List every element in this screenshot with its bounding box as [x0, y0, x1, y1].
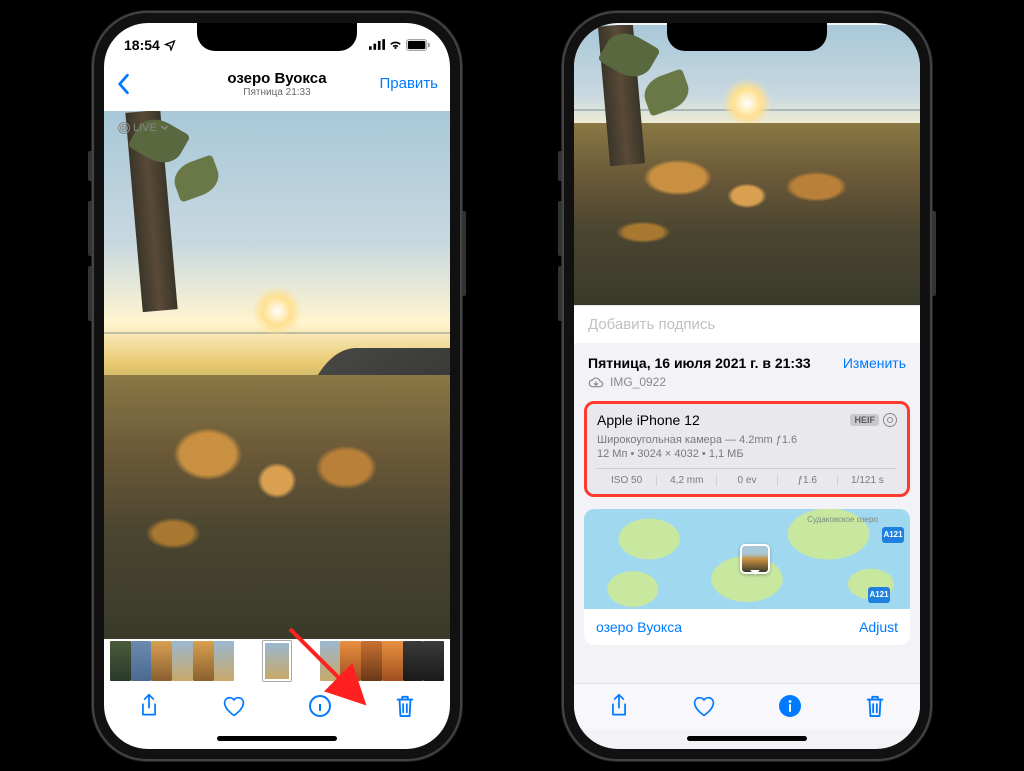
delete-button[interactable] [393, 694, 417, 718]
thumbnail[interactable] [361, 641, 382, 681]
info-panel[interactable]: Добавить подпись Пятница, 16 июля 2021 г… [574, 305, 920, 683]
thumbnail[interactable] [214, 641, 235, 681]
home-indicator[interactable] [574, 729, 920, 749]
live-photo-icon [883, 413, 897, 427]
resolution-info: 12 Мп • 3024 × 4032 • 1,1 МБ [597, 448, 897, 460]
edit-button[interactable]: Править [368, 75, 438, 92]
exif-iso: ISO 50 [597, 475, 657, 486]
map-pin [740, 544, 770, 574]
photo-view[interactable]: LIVE [104, 111, 450, 639]
location-icon [164, 39, 176, 51]
road-shield: A121 [882, 527, 904, 543]
nav-bar: озеро Вуокса Пятница 21:33 Править [104, 59, 450, 109]
thumbnail[interactable] [403, 641, 424, 681]
chevron-down-icon [160, 123, 169, 132]
exif-aperture: ƒ1.6 [778, 475, 838, 486]
exif-panel: Apple iPhone 12 HEIF Широкоугольная каме… [584, 401, 910, 497]
nav-title: озеро Вуокса [186, 70, 368, 87]
live-badge[interactable]: LIVE [112, 119, 175, 137]
thumbnail-strip[interactable] [104, 639, 450, 683]
share-button[interactable] [137, 694, 161, 718]
live-icon [118, 122, 130, 134]
thumbnail-active[interactable] [263, 641, 292, 681]
share-button[interactable] [607, 694, 631, 718]
info-button-active[interactable] [778, 694, 802, 718]
map-poi-label: Судаковское озеро [807, 515, 878, 524]
lens-info: Широкоугольная камера — 4.2mm ƒ1.6 [597, 434, 897, 446]
cloud-icon [588, 376, 604, 388]
thumbnail[interactable] [151, 641, 172, 681]
photo-date: Пятница, 16 июля 2021 г. в 21:33 [588, 355, 811, 371]
thumbnail[interactable] [423, 641, 444, 681]
thumbnail[interactable] [172, 641, 193, 681]
phone-right: Добавить подпись Пятница, 16 июля 2021 г… [562, 11, 932, 761]
wifi-icon [388, 39, 403, 50]
status-time: 18:54 [124, 37, 160, 53]
thumbnail[interactable] [340, 641, 361, 681]
bottom-toolbar [104, 683, 450, 729]
map-panel[interactable]: Судаковское озеро A121 A121 озеро Вуокса… [584, 509, 910, 645]
caption-field[interactable]: Добавить подпись [574, 305, 920, 343]
location-name[interactable]: озеро Вуокса [596, 619, 682, 635]
format-badge: HEIF [850, 414, 879, 426]
home-indicator[interactable] [104, 729, 450, 749]
notch [667, 23, 827, 51]
adjust-location-button[interactable]: Adjust [859, 619, 898, 635]
exif-shutter: 1/121 s [838, 475, 897, 486]
thumbnail[interactable] [320, 641, 341, 681]
delete-button[interactable] [863, 694, 887, 718]
thumbnail[interactable] [382, 641, 403, 681]
live-label: LIVE [133, 122, 157, 134]
thumbnail[interactable] [110, 641, 131, 681]
bottom-toolbar [574, 683, 920, 729]
back-button[interactable] [116, 73, 186, 95]
favorite-button[interactable] [692, 694, 716, 718]
change-date-button[interactable]: Изменить [843, 355, 906, 371]
photo-preview[interactable] [574, 25, 920, 305]
filename: IMG_0922 [610, 375, 666, 389]
cellular-icon [369, 39, 385, 50]
exif-focal: 4,2 mm [657, 475, 717, 486]
thumbnail[interactable] [193, 641, 214, 681]
thumbnail[interactable] [131, 641, 152, 681]
nav-subtitle: Пятница 21:33 [186, 87, 368, 98]
road-shield: A121 [868, 587, 890, 603]
notch [197, 23, 357, 51]
map-view[interactable]: Судаковское озеро A121 A121 [584, 509, 910, 609]
favorite-button[interactable] [222, 694, 246, 718]
device-name: Apple iPhone 12 [597, 412, 700, 428]
phone-left: 18:54 озеро Вуокса Пятница 21:33 Править [92, 11, 462, 761]
info-button[interactable] [308, 694, 332, 718]
battery-icon [406, 39, 430, 51]
exif-ev: 0 ev [717, 475, 777, 486]
